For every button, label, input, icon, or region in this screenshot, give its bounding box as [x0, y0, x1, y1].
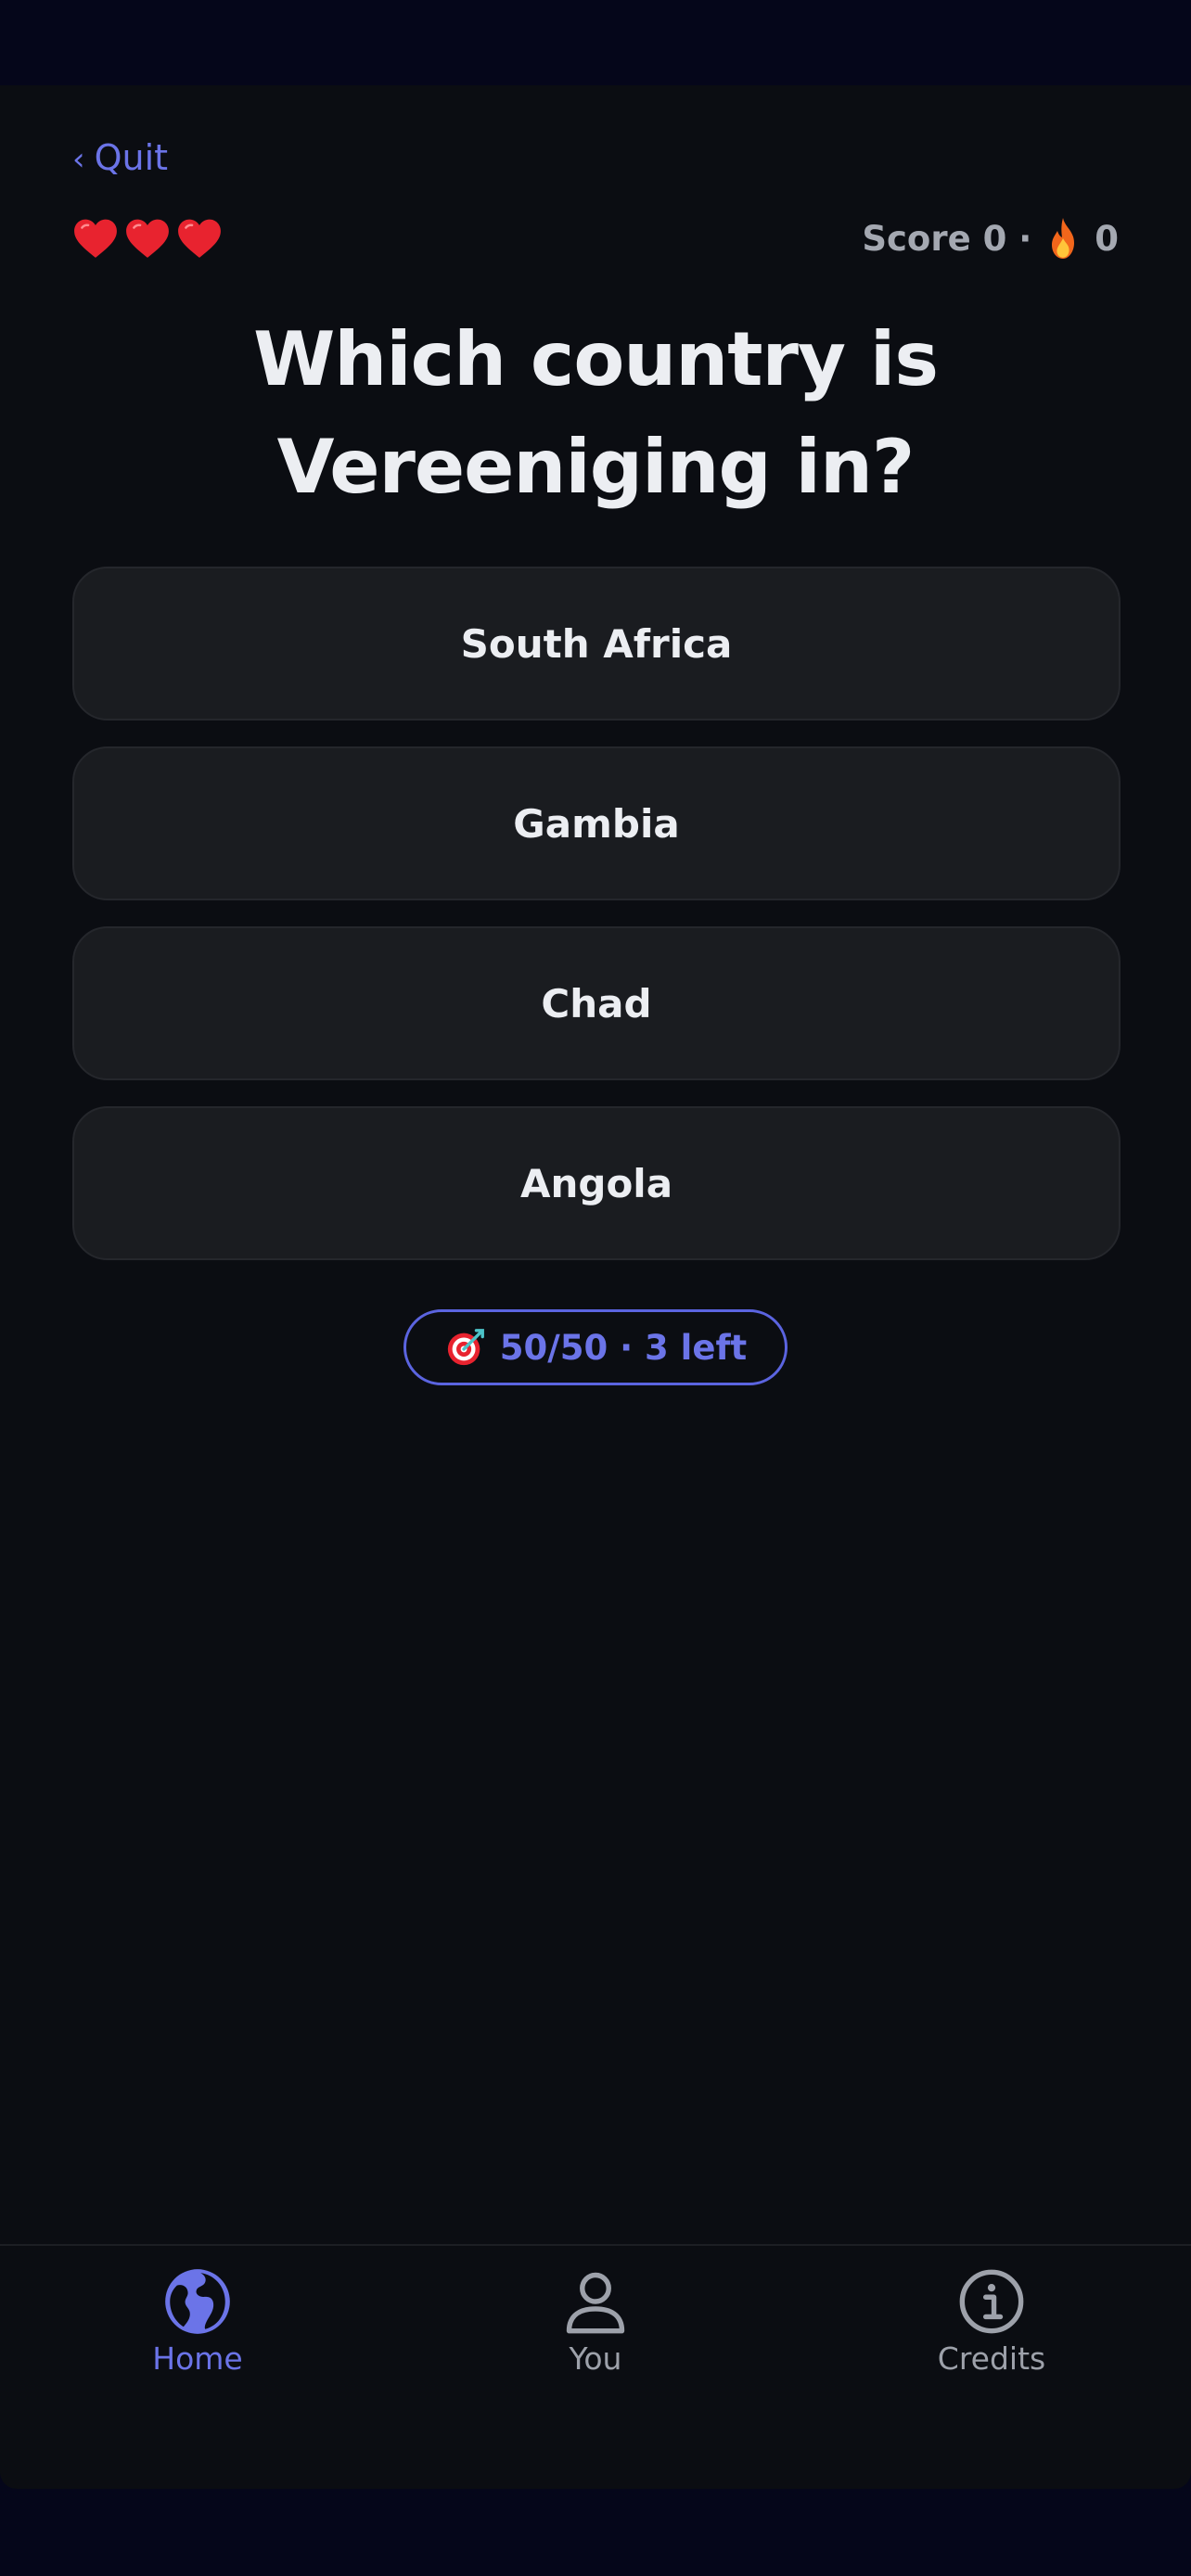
score-text: Score 0 · [862, 218, 1032, 259]
quit-label: Quit [94, 137, 169, 178]
tab-credits-label: Credits [937, 2340, 1046, 2377]
quit-button[interactable]: ‹ Quit [72, 122, 168, 195]
fifty-fifty-label: 50/50 · 3 left [499, 1327, 748, 1368]
tab-you-label: You [569, 2340, 622, 2377]
answer-option[interactable]: Gambia [72, 746, 1121, 900]
lives-indicator [72, 206, 223, 271]
person-icon [566, 2272, 625, 2334]
tab-credits[interactable]: Credits [890, 2266, 1094, 2377]
flame-icon [1052, 218, 1075, 259]
tab-bar: Home You Credits [0, 2244, 1191, 2489]
quiz-screen: ‹ Quit Score 0 · 0 Which country is Veree… [0, 85, 1191, 2489]
answer-options: South Africa Gambia Chad Angola [72, 567, 1121, 1286]
tab-you[interactable]: You [493, 2266, 698, 2377]
score-display: Score 0 · 0 [862, 206, 1119, 271]
question-text: Which country is Vereeniging in? [253, 316, 939, 510]
heart-icon [126, 219, 169, 258]
answer-option[interactable]: Chad [72, 926, 1121, 1080]
target-icon [447, 1329, 484, 1366]
chevron-left-icon: ‹ [72, 141, 85, 178]
streak-count: 0 [1095, 218, 1119, 259]
heart-icon [178, 219, 221, 258]
tab-home[interactable]: Home [96, 2266, 300, 2377]
globe-icon [165, 2269, 230, 2334]
info-icon [959, 2269, 1024, 2334]
tab-home-label: Home [152, 2340, 243, 2377]
answer-option[interactable]: South Africa [72, 567, 1121, 721]
heart-icon [74, 219, 117, 258]
fifty-fifty-button[interactable]: 50/50 · 3 left [403, 1309, 788, 1385]
answer-option[interactable]: Angola [72, 1106, 1121, 1260]
